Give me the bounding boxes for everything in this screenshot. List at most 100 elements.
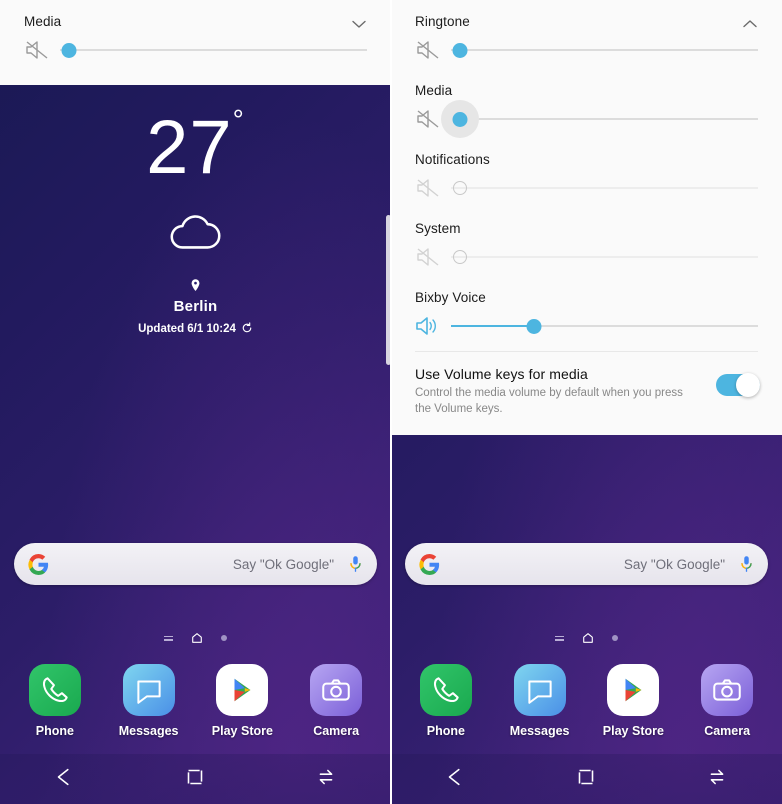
search-input[interactable]: Say "Ok Google" [49,557,348,572]
google-search-bar[interactable]: Say "Ok Google" [405,543,768,585]
use-volume-keys-description: Control the media volume by default when… [415,387,683,415]
refresh-icon[interactable] [241,322,253,336]
google-g-icon [419,554,440,575]
search-input[interactable]: Say "Ok Google" [440,557,739,572]
slider-track[interactable] [451,246,758,268]
navigation-bar [0,754,391,804]
slider-track[interactable] [60,39,367,61]
page-list-icon[interactable] [164,635,173,641]
volume-mute-icon[interactable] [415,177,441,199]
navigation-bar [391,754,782,804]
microphone-icon[interactable] [348,555,363,574]
app-messages[interactable]: Messages [110,664,188,738]
volume-slider-media[interactable] [24,31,367,69]
home-page-icon[interactable] [582,632,594,644]
volume-slider-notifications[interactable] [415,169,758,207]
app-phone[interactable]: Phone [407,664,485,738]
page-dot-icon[interactable] [221,635,227,641]
page-list-icon[interactable] [555,635,564,641]
back-arrow-icon[interactable] [52,764,78,795]
app-camera[interactable]: Camera [688,664,766,738]
app-messages[interactable]: Messages [501,664,579,738]
use-volume-keys-text: Use Volume keys for media Control the me… [415,366,716,417]
messages-icon [122,664,175,716]
app-play-store[interactable]: Play Store [203,664,281,738]
use-volume-keys-row[interactable]: Use Volume keys for media Control the me… [391,352,782,417]
weather-temperature: 27° [146,103,245,190]
slider-track[interactable] [451,177,758,199]
volume-mute-icon[interactable] [415,108,441,130]
app-label: Messages [509,724,570,738]
volume-mute-icon[interactable] [24,39,50,61]
back-arrow-icon[interactable] [443,764,469,795]
slider-thumb[interactable] [452,42,468,58]
weather-updated: Updated 6/1 10:24 [0,322,391,336]
camera-icon [310,664,363,716]
slider-track[interactable] [441,100,758,138]
play-store-icon [607,664,660,716]
recents-icon[interactable] [313,764,339,795]
app-play-store[interactable]: Play Store [594,664,672,738]
recents-icon[interactable] [704,764,730,795]
app-label: Camera [313,724,360,738]
left-phone-screen: 27° Berlin Updated 6/1 10:24 Say "Ok Goo… [0,0,391,804]
volume-row-label: Media [24,14,62,29]
app-dock: Phone Messages Play Store Camera [0,664,391,738]
app-phone[interactable]: Phone [16,664,94,738]
phone-icon [28,664,81,716]
slider-track[interactable] [451,39,758,61]
app-camera[interactable]: Camera [297,664,375,738]
volume-row-label: Media [415,83,453,98]
weather-widget[interactable]: 27° Berlin Updated 6/1 10:24 [0,103,391,336]
panel-divider [390,0,392,804]
google-search-bar[interactable]: Say "Ok Google" [14,543,377,585]
page-indicator [391,632,782,644]
weather-condition-icon [0,208,391,254]
toggle-knob [736,373,760,397]
volume-row-media: Media [0,0,391,69]
play-store-icon [216,664,269,716]
home-page-icon[interactable] [191,632,203,644]
slider-thumb[interactable] [453,181,468,195]
volume-row-label: Notifications [415,152,490,167]
volume-slider-ringtone[interactable] [415,31,758,69]
slider-track-fill [451,325,534,327]
page-indicator [0,632,391,644]
volume-slider-system[interactable] [415,238,758,276]
slider-thumb[interactable] [61,42,77,58]
volume-mute-icon[interactable] [415,246,441,268]
slider-track-bg [60,49,367,51]
volume-row-ringtone: Ringtone [391,0,782,69]
slider-thumb[interactable] [452,111,468,127]
use-volume-keys-toggle[interactable] [716,373,760,397]
use-volume-keys-title: Use Volume keys for media [415,366,588,382]
app-label: Play Store [211,724,273,738]
weather-updated-text: Updated 6/1 10:24 [138,323,236,335]
volume-mute-icon[interactable] [415,39,441,61]
slider-thumb[interactable] [526,318,542,334]
slider-track-bg [451,187,758,189]
volume-slider-bixby-voice[interactable] [415,307,758,345]
volume-row-media: Media [391,69,782,138]
app-dock: Phone Messages Play Store Camera [391,664,782,738]
camera-icon [701,664,754,716]
slider-track-bg [451,118,758,120]
slider-thumb[interactable] [453,250,468,264]
app-label: Phone [35,724,74,738]
page-dot-icon[interactable] [612,635,618,641]
microphone-icon[interactable] [739,555,754,574]
app-label: Phone [426,724,465,738]
app-label: Messages [118,724,179,738]
volume-row-bixby-voice: Bixby Voice [391,276,782,345]
volume-on-icon[interactable] [415,315,441,337]
slider-track-bg [451,49,758,51]
app-label: Camera [704,724,751,738]
slider-track[interactable] [451,315,758,337]
google-g-icon [28,554,49,575]
volume-slider-media[interactable] [415,100,758,138]
home-square-icon[interactable] [182,764,208,795]
volume-panel-expanded: Ringtone Media Notifications System Bixb… [391,0,782,435]
dual-screenshot: 27° Berlin Updated 6/1 10:24 Say "Ok Goo… [0,0,782,804]
app-label: Play Store [602,724,664,738]
home-square-icon[interactable] [573,764,599,795]
